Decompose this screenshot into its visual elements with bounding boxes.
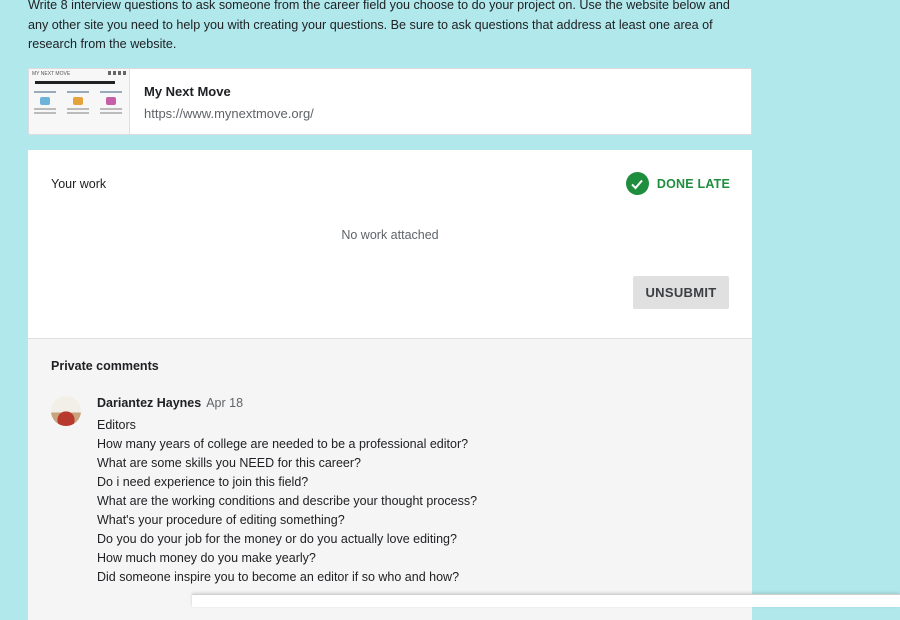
comment-line: What are some skills you NEED for this c… [97,456,361,470]
website-thumbnail[interactable]: MY NEXT MOVE [29,69,130,134]
comment-line: Do you do your job for the money or do y… [97,532,457,546]
avatar [51,396,81,426]
comment-body: Editors How many years of college are ne… [97,416,477,587]
assignment-instructions: Write 8 interview questions to ask someo… [28,0,730,51]
link-url[interactable]: https://www.mynextmove.org/ [144,106,314,121]
check-circle-icon [625,172,649,195]
comment-header: Dariantez Haynes Apr 18 [97,396,243,410]
comment-author: Dariantez Haynes [97,396,202,410]
comment-line: What are the working conditions and desc… [97,494,478,508]
comment-line: What's your procedure of editing somethi… [97,513,345,527]
no-work-message: No work attached [341,228,439,242]
unsubmit-button[interactable]: UNSUBMIT [633,276,729,309]
status-label: DONE LATE [656,176,730,191]
link-attachment-card[interactable]: MY NEXT MOVE My Next Move https://www.my… [28,68,752,135]
comment-line: Do i need experience to join this field? [97,475,309,489]
your-work-card: Your work DONE LATE No work attached UNS… [28,150,752,620]
comment-date: Apr 18 [206,396,244,410]
status-indicator: DONE LATE [625,172,730,195]
private-comments-title: Private comments [51,359,159,373]
comment-line: Did someone inspire you to become an edi… [97,570,460,584]
bottom-panel-edge [192,594,900,607]
comment-line: How much money do you make yearly? [97,551,316,565]
comment-line: Editors [97,418,136,432]
private-comments-section: Private comments Dariantez Haynes Apr 18 … [28,338,752,620]
link-title[interactable]: My Next Move [144,84,231,99]
comment-line: How many years of college are needed to … [97,437,469,451]
your-work-title: Your work [51,177,107,191]
